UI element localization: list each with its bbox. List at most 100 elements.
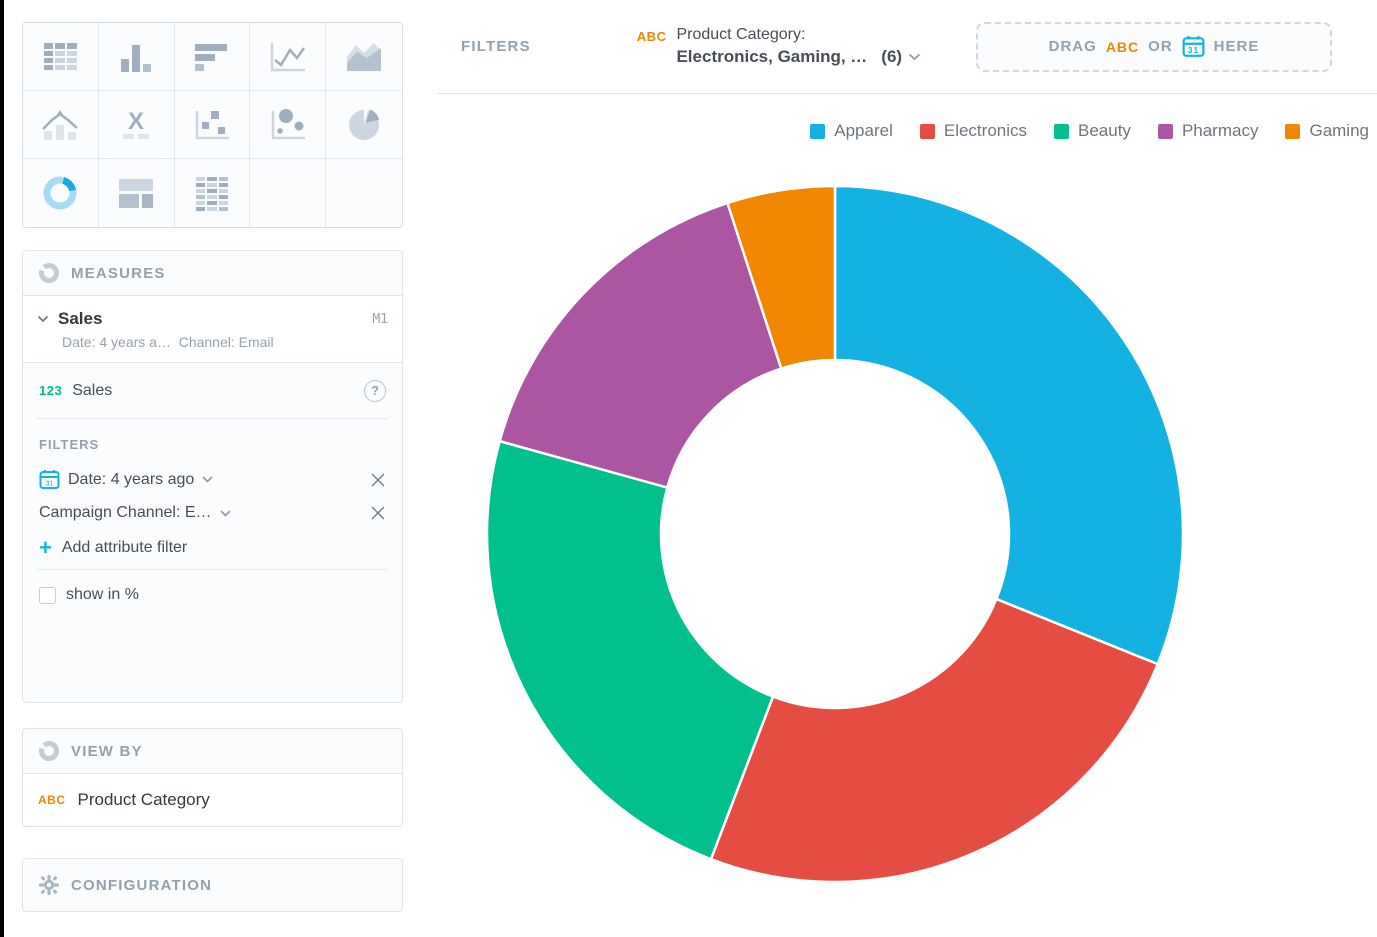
- chevron-down-icon: [908, 53, 921, 61]
- line-chart-icon: [267, 39, 309, 75]
- chevron-down-icon: [202, 476, 213, 483]
- configuration-panel[interactable]: CONFIGURATION: [22, 858, 403, 912]
- svg-text:X: X: [128, 108, 144, 135]
- chevron-down-icon: [220, 510, 231, 517]
- attribute-abc-icon: ABC: [637, 29, 667, 67]
- legend-label: Apparel: [834, 121, 893, 141]
- legend-swatch: [1054, 124, 1069, 139]
- pie-chart-icon: [343, 107, 385, 143]
- product-category-filter-chip[interactable]: ABC Product Category: Electronics, Gamin…: [637, 26, 921, 67]
- vis-type-line-button[interactable]: [250, 23, 326, 91]
- measures-panel-header: MEASURES: [23, 251, 402, 296]
- close-icon: [370, 472, 386, 488]
- show-in-percent-row[interactable]: show in %: [23, 570, 402, 622]
- dropzone-or-label: OR: [1148, 38, 1173, 55]
- attribute-abc-icon: ABC: [1106, 39, 1139, 55]
- show-in-percent-checkbox[interactable]: [39, 587, 56, 604]
- donut-bucket-icon: [38, 262, 60, 284]
- legend-item-electronics[interactable]: Electronics: [920, 121, 1027, 141]
- attribute-filter-label: Campaign Channel: E…: [39, 504, 212, 522]
- donut-chart-icon: [39, 173, 81, 213]
- legend-label: Pharmacy: [1182, 121, 1259, 141]
- donut-slice-apparel[interactable]: [835, 186, 1183, 664]
- legend-label: Gaming: [1309, 121, 1369, 141]
- donut-slice-electronics[interactable]: [711, 599, 1158, 882]
- date-filter-row[interactable]: 31 Date: 4 years ago: [23, 462, 402, 497]
- filters-bar: FILTERS ABC Product Category: Electronic…: [437, 0, 1377, 94]
- treemap-icon: [115, 175, 157, 211]
- vis-type-bubble-button[interactable]: [250, 91, 326, 159]
- measure-filters-heading: FILTERS: [23, 419, 402, 462]
- donut-bucket-icon: [38, 740, 60, 762]
- measure-fact-label: Sales: [72, 382, 112, 400]
- legend-label: Beauty: [1078, 121, 1131, 141]
- vis-type-combo-button[interactable]: [23, 91, 99, 159]
- plus-icon: +: [39, 539, 52, 557]
- area-chart-icon: [343, 39, 385, 75]
- remove-attribute-filter-button[interactable]: [370, 505, 386, 521]
- measures-panel: MEASURES Sales M1 Date: 4 years a… Chann…: [22, 250, 403, 703]
- dropzone-here-label: HERE: [1214, 38, 1260, 55]
- remove-date-filter-button[interactable]: [370, 472, 386, 488]
- vis-type-table-button[interactable]: [23, 23, 99, 91]
- help-icon[interactable]: ?: [364, 380, 386, 402]
- donut-slice-beauty[interactable]: [487, 441, 773, 859]
- gear-icon: [38, 874, 60, 896]
- measure-title: Sales: [58, 309, 102, 329]
- chart-legend: Apparel Electronics Beauty Pharmacy Gaming: [810, 121, 1369, 141]
- filter-chip-attribute: Product Category:: [676, 26, 921, 44]
- bar-chart-icon: [191, 39, 233, 75]
- filter-chip-count: (6): [881, 47, 902, 67]
- legend-swatch: [920, 124, 935, 139]
- configuration-panel-header[interactable]: CONFIGURATION: [23, 859, 402, 911]
- calendar-icon: 31: [1182, 35, 1205, 58]
- svg-text:31: 31: [45, 479, 53, 488]
- vis-type-pie-button[interactable]: [326, 91, 402, 159]
- legend-item-beauty[interactable]: Beauty: [1054, 121, 1131, 141]
- vis-type-heatmap-button[interactable]: [175, 159, 251, 227]
- window-left-edge: [0, 0, 4, 937]
- viewby-panel-title: VIEW BY: [71, 743, 143, 760]
- vis-type-column-button[interactable]: [99, 23, 175, 91]
- numeric-fact-icon: 123: [39, 383, 62, 398]
- table-chart-icon: [39, 39, 81, 75]
- visualization-type-picker: X: [22, 22, 403, 228]
- combo-chart-icon: [39, 107, 81, 143]
- vis-type-scatter-button[interactable]: [175, 91, 251, 159]
- viewby-panel: VIEW BY ABC Product Category: [22, 728, 403, 827]
- vis-type-headline-button[interactable]: X: [99, 91, 175, 159]
- chevron-down-icon[interactable]: [37, 315, 49, 323]
- measure-tag: M1: [372, 312, 388, 327]
- dropzone-drag-label: DRAG: [1049, 38, 1097, 55]
- vis-type-area-button[interactable]: [326, 23, 402, 91]
- legend-item-gaming[interactable]: Gaming: [1285, 121, 1369, 141]
- headline-icon: X: [115, 107, 157, 143]
- scatter-plot-icon: [191, 107, 233, 143]
- measure-definition-row[interactable]: 123 Sales ?: [23, 363, 402, 418]
- show-in-percent-label: show in %: [66, 586, 139, 604]
- bubble-chart-icon: [267, 107, 309, 143]
- heatmap-icon: [191, 174, 233, 212]
- filter-chip-values: Electronics, Gaming, …: [676, 47, 867, 67]
- viewby-item-product-category[interactable]: ABC Product Category: [23, 774, 402, 826]
- close-icon: [370, 505, 386, 521]
- attribute-filter-row[interactable]: Campaign Channel: E…: [23, 497, 402, 529]
- donut-chart: [484, 183, 1186, 885]
- attribute-abc-icon: ABC: [38, 793, 66, 807]
- add-attribute-filter-label: Add attribute filter: [62, 539, 187, 557]
- svg-text:31: 31: [1187, 46, 1198, 55]
- legend-item-pharmacy[interactable]: Pharmacy: [1158, 121, 1259, 141]
- measure-subtitle: Date: 4 years a… Channel: Email: [62, 334, 388, 350]
- measures-panel-title: MEASURES: [71, 265, 166, 282]
- legend-swatch: [810, 124, 825, 139]
- vis-picker-empty-cell: [326, 159, 402, 227]
- add-attribute-filter-button[interactable]: + Add attribute filter: [23, 529, 402, 569]
- vis-type-bar-button[interactable]: [175, 23, 251, 91]
- vis-type-treemap-button[interactable]: [99, 159, 175, 227]
- vis-type-donut-button-selected[interactable]: [23, 159, 99, 227]
- filter-drop-zone[interactable]: DRAG ABC OR 31 HERE: [976, 22, 1332, 72]
- measure-bucket-item-sales[interactable]: Sales M1 Date: 4 years a… Channel: Email: [23, 296, 402, 363]
- donut-slice-pharmacy[interactable]: [500, 203, 782, 488]
- legend-swatch: [1158, 124, 1173, 139]
- legend-item-apparel[interactable]: Apparel: [810, 121, 893, 141]
